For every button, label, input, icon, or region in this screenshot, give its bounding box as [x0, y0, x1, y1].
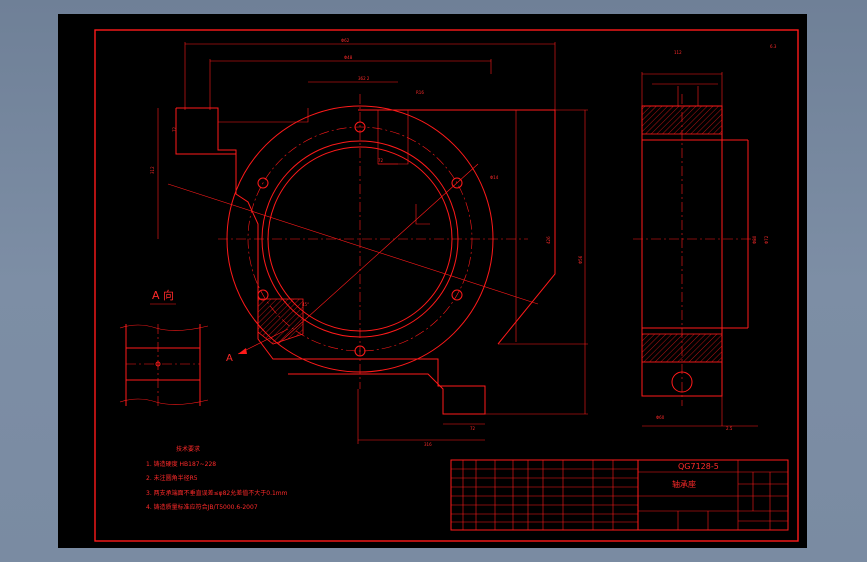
dim-top-overall: Φ62 — [341, 38, 350, 43]
technical-notes: 技术要求 1. 铸造硬度 HB187~228 2. 未注圆角半径R5 3. 两支… — [146, 445, 288, 511]
dim-bottom: 316 — [424, 442, 432, 447]
dim-bottom-small: 72 — [470, 426, 476, 431]
dim-left-small: 72 — [172, 126, 177, 132]
dim-top-third: 362 2 — [358, 76, 370, 81]
side-dim-bottom-left: Φ60 — [656, 415, 665, 420]
a-view: A 向 A — [119, 288, 233, 406]
drawing-viewport[interactable]: Φ62 Φ48 362 2 312 72 426 Φ56 316 72 72 R… — [58, 14, 807, 548]
part-name: 轴承座 — [672, 479, 696, 489]
main-view — [167, 94, 556, 415]
side-dim-bottom-right: 2.5 — [726, 426, 733, 431]
main-dimensions: Φ62 Φ48 362 2 312 72 426 Φ56 316 72 72 R… — [150, 38, 588, 447]
notes-title: 技术要求 — [176, 445, 200, 453]
dim-left-side: 312 — [150, 166, 155, 174]
dim-right-shorter: 426 — [546, 236, 551, 244]
side-dim-right-1: Φ80 — [752, 235, 757, 244]
note-2: 2. 未注圆角半径R5 — [146, 474, 198, 482]
side-dim-top: 112 — [674, 50, 682, 55]
dim-angle: 45° — [302, 302, 309, 307]
side-dim-right-2: Φ72 — [764, 235, 769, 244]
title-block: QG7128-5 轴承座 — [450, 459, 789, 531]
roughness-mark: 6.3 — [770, 44, 777, 49]
dim-hole: Φ14 — [490, 175, 499, 180]
dim-top-second: Φ48 — [344, 55, 353, 60]
dim-right-tall: Φ56 — [578, 255, 583, 264]
note-1: 1. 铸造硬度 HB187~228 — [146, 460, 216, 468]
note-3: 3. 两支承端面不垂直误差≤φ82允差值不大于0.1mm — [146, 489, 288, 497]
side-view: 112 Φ80 Φ72 Φ60 2.5 6.3 — [633, 44, 777, 431]
dim-center-small: 72 — [378, 158, 384, 163]
a-view-label: A 向 — [152, 288, 174, 302]
section-label: A — [226, 353, 233, 364]
dim-radius: R16 — [416, 90, 424, 95]
drawing-number: QG7128-5 — [678, 462, 719, 471]
note-4: 4. 铸造质量标准应符合JB/T5000.6-2007 — [146, 503, 258, 511]
